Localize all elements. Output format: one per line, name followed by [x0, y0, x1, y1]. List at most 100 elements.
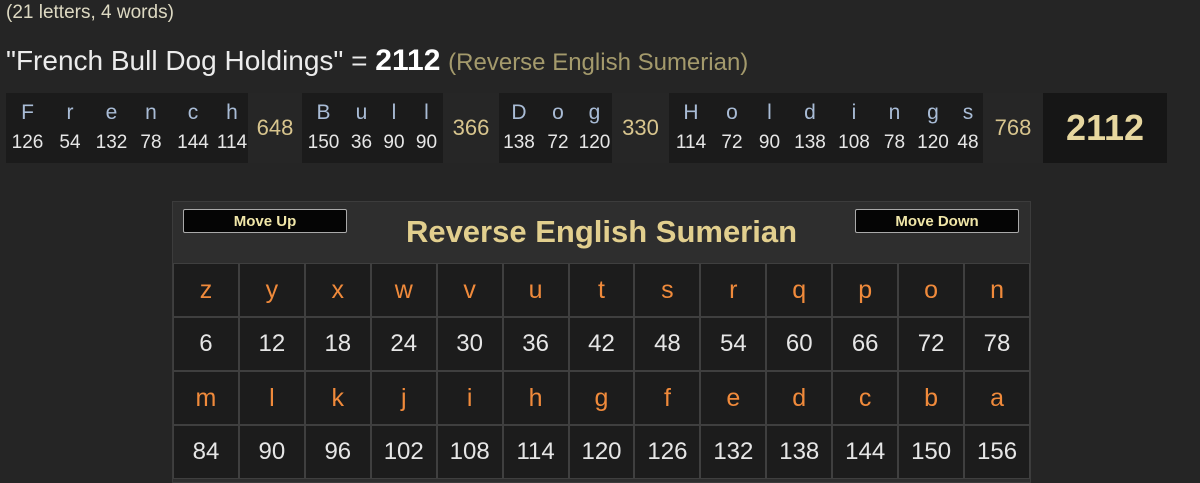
cipher-letter-cell: z [173, 263, 239, 317]
cipher-value-cell: 132 [700, 425, 767, 479]
cipher-letter-cell: p [832, 263, 899, 317]
cipher-value-cell: 96 [304, 425, 371, 479]
letter-cell: h 114 [216, 93, 248, 163]
move-down-button[interactable]: Move Down [855, 209, 1019, 233]
cipher-letter-cell: f [634, 371, 701, 425]
cipher-letter-cell: i [436, 371, 503, 425]
letter-char: c [187, 101, 199, 124]
cipher-letter-cell: e [700, 371, 767, 425]
cipher-value-cell: 12 [238, 317, 305, 371]
cipher-letter-cell: c [832, 371, 899, 425]
cipher-value-cell: 120 [568, 425, 635, 479]
word-group: F 126 r 54 e 132 n 78 c 144 h 114 648 [6, 93, 302, 163]
letter-value: 90 [415, 132, 438, 153]
letter-value: 114 [216, 132, 248, 153]
letter-char: e [105, 101, 118, 124]
cipher-chart-header: Move Up Reverse English Sumerian Move Do… [173, 202, 1030, 263]
letter-value: 126 [11, 132, 44, 153]
letter-char: l [391, 101, 397, 124]
cipher-value-cell: 114 [502, 425, 569, 479]
letter-value: 48 [957, 132, 979, 153]
cipher-value-cell: 102 [370, 425, 437, 479]
letter-cell: g 120 [913, 93, 953, 163]
letter-cell: o 72 [539, 93, 577, 163]
cipher-value-cell: 54 [700, 317, 767, 371]
letter-value: 138 [794, 132, 826, 153]
letter-cell: H 114 [669, 93, 713, 163]
letter-word-count: (21 letters, 4 words) [6, 2, 174, 23]
cipher-letter-cell: s [634, 263, 701, 317]
letter-char: g [588, 101, 601, 124]
letter-cell: D 138 [499, 93, 539, 163]
letter-cell: l 90 [378, 93, 410, 163]
cipher-value-cell: 48 [634, 317, 701, 371]
letter-cell: B 150 [302, 93, 345, 163]
letter-value: 132 [95, 132, 128, 153]
letter-char: g [927, 101, 939, 124]
cipher-value-cell: 156 [964, 425, 1030, 479]
cipher-letter-cell: w [370, 263, 437, 317]
letter-value: 78 [140, 132, 162, 153]
letter-value: 138 [503, 132, 535, 153]
cipher-letter-cell: a [964, 371, 1030, 425]
cipher-value-cell: 6 [173, 317, 239, 371]
cipher-value-cell: 60 [766, 317, 833, 371]
letter-cell: o 72 [713, 93, 751, 163]
cipher-letter-cell: m [173, 371, 239, 425]
cipher-value-cell: 30 [436, 317, 503, 371]
letter-cell: r 54 [49, 93, 91, 163]
cipher-letter-grid: z y x w v u t s r q p o n 6 12 18 24 30 36 42 48 54 60 66 72 78 m l… [173, 263, 1030, 479]
cipher-letter-cell: q [766, 263, 833, 317]
cipher-value-cell: 18 [304, 317, 371, 371]
cipher-letter-cell: l [238, 371, 305, 425]
cipher-letter-cell: k [304, 371, 371, 425]
cipher-value-cell: 78 [964, 317, 1030, 371]
cipher-value-cell: 84 [173, 425, 239, 479]
letter-cell: F 126 [6, 93, 49, 163]
letter-breakdown-table: F 126 r 54 e 132 n 78 c 144 h 114 648 B 150 u 36 l 90 l 90 36… [6, 93, 1167, 163]
letter-cell: d 138 [788, 93, 832, 163]
letter-value: 90 [383, 132, 405, 153]
cipher-letter-cell: r [700, 263, 767, 317]
cipher-name-link[interactable]: (Reverse English Sumerian) [448, 49, 748, 76]
letter-char: o [726, 101, 738, 124]
letter-cell: g 120 [577, 93, 612, 163]
cipher-letter-cell: h [502, 371, 569, 425]
cipher-value-cell: 138 [766, 425, 833, 479]
letter-value: 120 [578, 132, 611, 153]
cipher-letter-cell: d [766, 371, 833, 425]
letter-cell: n 78 [876, 93, 913, 163]
letter-char: i [851, 101, 857, 124]
letter-char: l [424, 101, 429, 124]
letter-value: 72 [547, 132, 569, 153]
letter-cell: l 90 [751, 93, 788, 163]
cipher-letter-cell: o [898, 263, 965, 317]
cipher-value-cell: 144 [832, 425, 899, 479]
letter-value: 114 [675, 132, 707, 153]
grand-total: 2112 [1043, 93, 1167, 163]
letter-char: h [226, 101, 238, 124]
word-sum: 366 [443, 93, 499, 163]
letter-char: F [21, 101, 34, 124]
phrase-text: "French Bull Dog Holdings" [6, 45, 344, 76]
cipher-value-cell: 36 [502, 317, 569, 371]
letter-cell: i 108 [832, 93, 876, 163]
phrase-result-line: "French Bull Dog Holdings" = 2112 (Rever… [6, 44, 748, 78]
letter-value: 144 [177, 132, 209, 153]
letter-cell: c 144 [170, 93, 216, 163]
cipher-letter-cell: n [964, 263, 1030, 317]
word-group: H 114 o 72 l 90 d 138 i 108 n 78 g 120 s 48 768 [669, 93, 1043, 163]
cipher-letter-cell: t [568, 263, 635, 317]
word-group: D 138 o 72 g 120 330 [499, 93, 669, 163]
letter-value: 90 [758, 132, 781, 153]
letter-value: 36 [350, 132, 373, 153]
letter-value: 150 [307, 132, 340, 153]
letter-cell: e 132 [91, 93, 132, 163]
word-sum: 768 [983, 93, 1043, 163]
letter-char: n [145, 101, 157, 124]
cipher-letter-cell: g [568, 371, 635, 425]
cipher-letter-cell: j [370, 371, 437, 425]
letter-char: o [552, 101, 564, 124]
letter-char: l [767, 101, 772, 124]
cipher-chart-panel: Move Up Reverse English Sumerian Move Do… [172, 201, 1031, 483]
